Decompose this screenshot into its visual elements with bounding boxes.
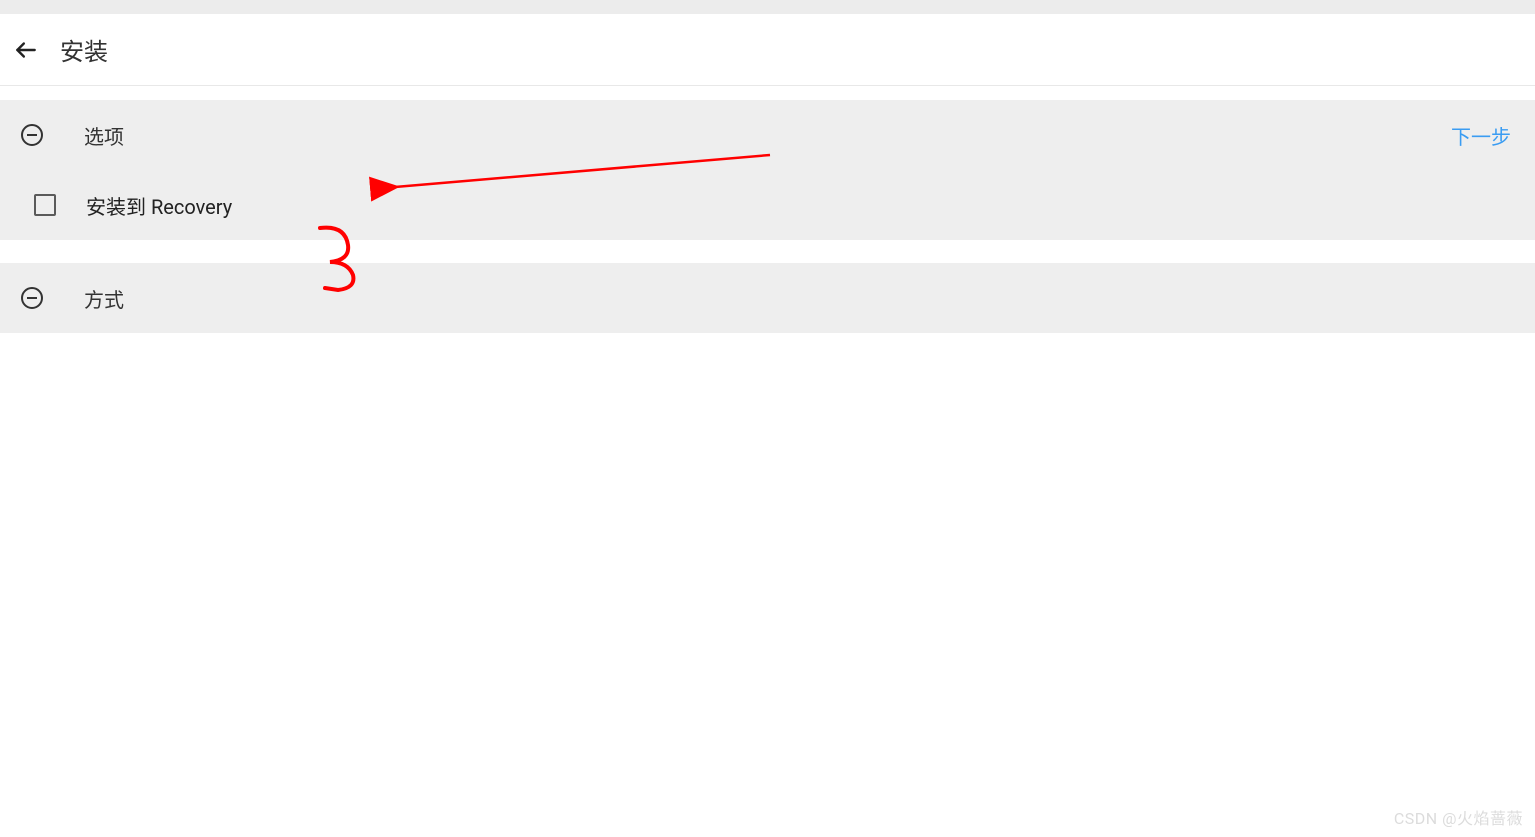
option-row-install-recovery[interactable]: 安装到 Recovery [0, 170, 1535, 240]
arrow-left-icon [13, 37, 39, 63]
collapse-toggle-method[interactable] [20, 286, 44, 310]
collapse-toggle-options[interactable] [20, 123, 44, 147]
checkbox-install-recovery[interactable] [34, 194, 56, 216]
page-title: 安装 [60, 32, 108, 67]
top-status-bar [0, 0, 1535, 14]
method-section-header[interactable]: 方式 [0, 263, 1535, 333]
watermark: CSDN @火焰蔷薇 [1394, 805, 1523, 829]
back-button[interactable] [12, 36, 40, 64]
spacer [0, 86, 1535, 100]
options-section-header[interactable]: 选项 下一步 [0, 100, 1535, 170]
header: 安装 [0, 14, 1535, 86]
circle-minus-icon [20, 286, 44, 310]
options-section-title: 选项 [84, 121, 124, 150]
section-divider [0, 240, 1535, 263]
method-section-title: 方式 [84, 284, 124, 313]
circle-minus-icon [20, 123, 44, 147]
option-label-install-recovery: 安装到 Recovery [86, 191, 232, 220]
next-step-link[interactable]: 下一步 [1451, 121, 1511, 150]
